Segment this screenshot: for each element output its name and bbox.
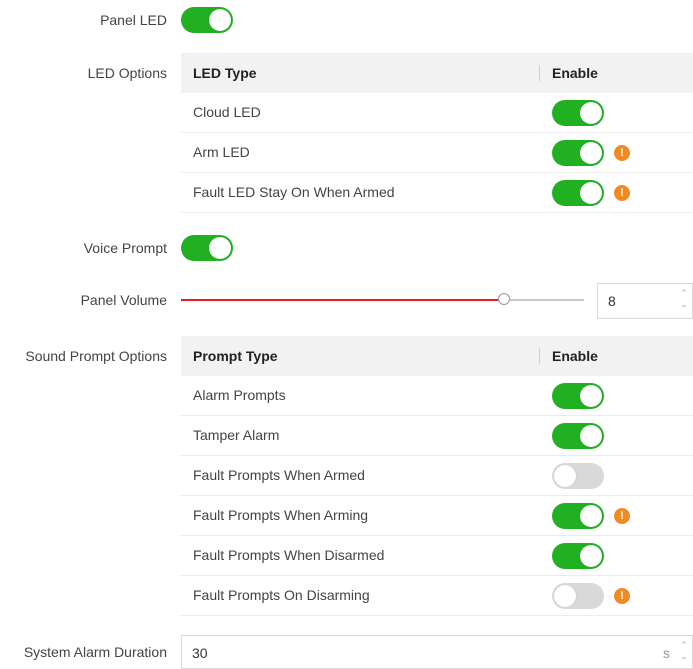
warning-icon[interactable]: !: [614, 588, 630, 604]
toggle-knob: [580, 505, 602, 527]
panel-led-toggle[interactable]: [181, 7, 233, 33]
warning-icon[interactable]: !: [614, 145, 630, 161]
column-divider: [539, 65, 540, 81]
panel-led-label: Panel LED: [100, 12, 167, 28]
table-row: Fault Prompts When Armed: [181, 456, 693, 496]
row-name: Fault Prompts When Disarmed: [193, 547, 385, 563]
row-name: Fault Prompts When Arming: [193, 507, 369, 523]
fault-prompts-armed-toggle[interactable]: [552, 463, 604, 489]
alarm-duration-unit: s: [663, 645, 670, 661]
arm-led-toggle[interactable]: [552, 140, 604, 166]
toggle-knob: [580, 182, 602, 204]
led-options-table: LED Type Enable Cloud LED Arm LED ! Faul…: [181, 53, 693, 213]
enable-header: Enable: [552, 348, 598, 364]
toggle-knob: [580, 142, 602, 164]
volume-stepper[interactable]: 8 ⌃ ⌄: [597, 283, 693, 319]
toggle-knob: [554, 465, 576, 487]
fault-prompts-disarmed-toggle[interactable]: [552, 543, 604, 569]
fault-prompts-disarming-toggle[interactable]: [552, 583, 604, 609]
stepper-arrows-icon[interactable]: ⌃ ⌄: [678, 640, 690, 662]
toggle-knob: [580, 102, 602, 124]
panel-volume-label: Panel Volume: [80, 292, 167, 308]
warning-icon[interactable]: !: [614, 508, 630, 524]
table-row: Alarm Prompts: [181, 376, 693, 416]
fault-prompts-arming-toggle[interactable]: [552, 503, 604, 529]
sound-prompt-options-table: Prompt Type Enable Alarm Prompts Tamper …: [181, 336, 693, 616]
table-row: Fault Prompts On Disarming !: [181, 576, 693, 616]
table-header: LED Type Enable: [181, 53, 693, 93]
row-name: Tamper Alarm: [193, 427, 280, 443]
table-row: Arm LED !: [181, 133, 693, 173]
tamper-alarm-toggle[interactable]: [552, 423, 604, 449]
prompt-type-header: Prompt Type: [193, 348, 278, 364]
volume-slider-handle[interactable]: [498, 293, 510, 305]
row-name: Cloud LED: [193, 104, 261, 120]
led-type-header: LED Type: [193, 65, 257, 81]
row-name: Fault Prompts When Armed: [193, 467, 365, 483]
led-options-label: LED Options: [87, 65, 167, 81]
row-name: Alarm Prompts: [193, 387, 286, 403]
row-name: Fault LED Stay On When Armed: [193, 184, 395, 200]
toggle-knob: [580, 385, 602, 407]
row-name: Arm LED: [193, 144, 250, 160]
volume-value: 8: [608, 293, 616, 309]
cloud-led-toggle[interactable]: [552, 100, 604, 126]
toggle-knob: [580, 425, 602, 447]
fault-led-toggle[interactable]: [552, 180, 604, 206]
row-name: Fault Prompts On Disarming: [193, 587, 370, 603]
system-alarm-duration-label: System Alarm Duration: [23, 644, 167, 660]
toggle-knob: [209, 237, 231, 259]
table-row: Fault Prompts When Disarmed: [181, 536, 693, 576]
volume-slider-fill[interactable]: [181, 299, 503, 301]
volume-slider-track[interactable]: [510, 299, 584, 301]
alarm-duration-value: 30: [192, 645, 208, 661]
table-row: Cloud LED: [181, 93, 693, 133]
table-row: Fault LED Stay On When Armed !: [181, 173, 693, 213]
alarm-prompts-toggle[interactable]: [552, 383, 604, 409]
toggle-knob: [554, 585, 576, 607]
voice-prompt-toggle[interactable]: [181, 235, 233, 261]
enable-header: Enable: [552, 65, 598, 81]
toggle-knob: [580, 545, 602, 567]
table-row: Tamper Alarm: [181, 416, 693, 456]
toggle-knob: [209, 9, 231, 31]
table-header: Prompt Type Enable: [181, 336, 693, 376]
sound-prompt-options-label: Sound Prompt Options: [25, 348, 167, 364]
voice-prompt-label: Voice Prompt: [83, 240, 167, 256]
stepper-arrows-icon[interactable]: ⌃ ⌄: [678, 288, 690, 310]
warning-icon[interactable]: !: [614, 185, 630, 201]
table-row: Fault Prompts When Arming !: [181, 496, 693, 536]
column-divider: [539, 348, 540, 364]
alarm-duration-input[interactable]: 30 s ⌃ ⌄: [181, 635, 693, 669]
